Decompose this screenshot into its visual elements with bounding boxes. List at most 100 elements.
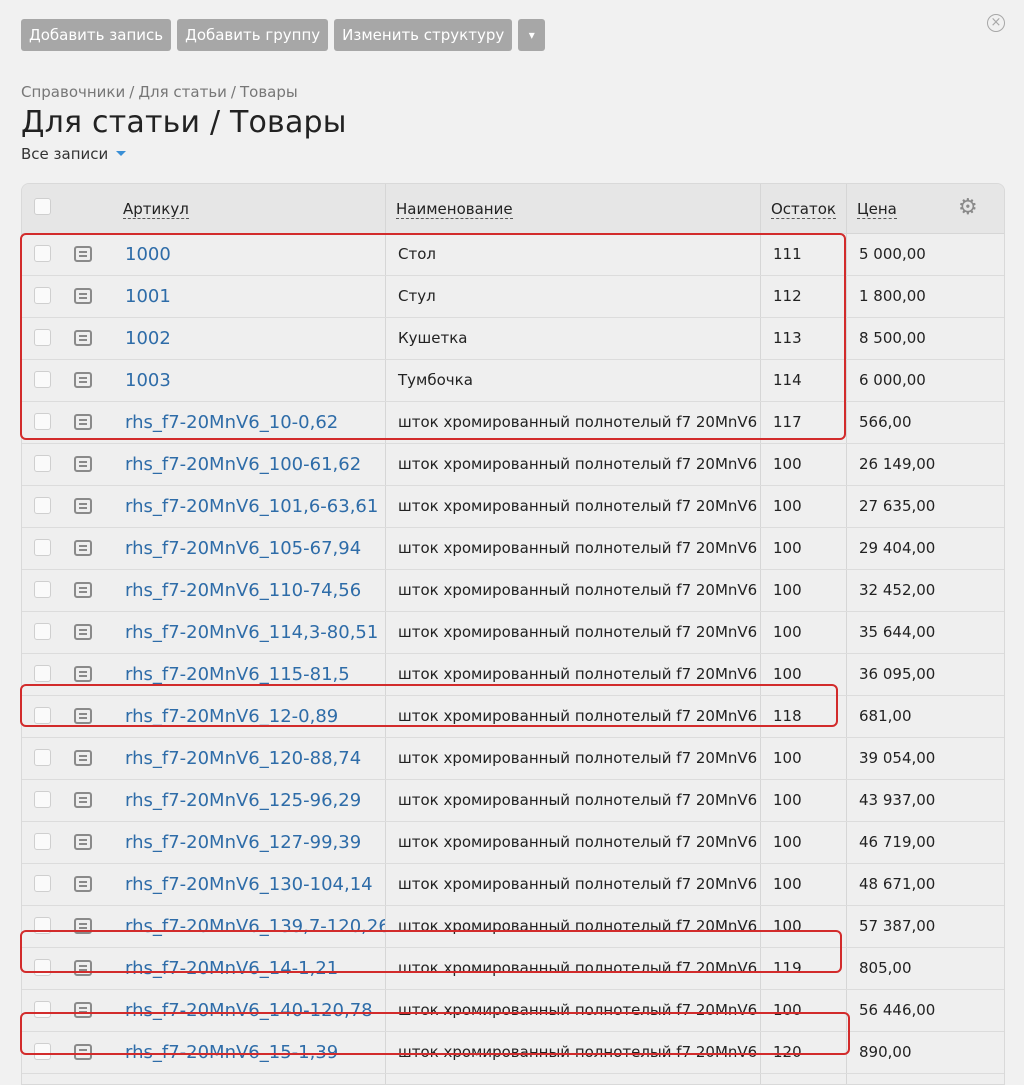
row-checkbox[interactable] bbox=[34, 917, 51, 934]
article-link[interactable]: 1000 bbox=[113, 234, 385, 275]
records-filter-dropdown[interactable]: Все записи bbox=[21, 145, 127, 163]
document-icon[interactable] bbox=[74, 918, 92, 934]
table-row[interactable]: rhs_f7-20MnV6_14-1,21 шток хромированный … bbox=[22, 948, 1004, 990]
article-link[interactable]: rhs_f7-20MnV6_139,7-120,26 bbox=[113, 906, 385, 947]
article-link[interactable]: 1002 bbox=[113, 318, 385, 359]
name-cell: шток хромированный полнотелый f7 20MnV6 bbox=[385, 402, 760, 443]
document-icon[interactable] bbox=[74, 414, 92, 430]
row-checkbox[interactable] bbox=[34, 539, 51, 556]
document-icon[interactable] bbox=[74, 1044, 92, 1060]
document-icon[interactable] bbox=[74, 330, 92, 346]
row-checkbox[interactable] bbox=[34, 455, 51, 472]
add-group-button[interactable]: Добавить группу bbox=[177, 19, 329, 51]
document-icon[interactable] bbox=[74, 582, 92, 598]
row-checkbox[interactable] bbox=[34, 1001, 51, 1018]
article-link[interactable]: rhs_f7-20MnV6_15,875-1,55 bbox=[113, 1074, 385, 1084]
table-row[interactable]: rhs_f7-20MnV6_100-61,62 шток хромированны… bbox=[22, 444, 1004, 486]
table-row[interactable]: 1003 Тумбочка 114 6 000,00 bbox=[22, 360, 1004, 402]
table-row[interactable]: rhs_f7-20MnV6_125-96,29 шток хромированны… bbox=[22, 780, 1004, 822]
article-link[interactable]: rhs_f7-20MnV6_125-96,29 bbox=[113, 780, 385, 821]
document-icon[interactable] bbox=[74, 456, 92, 472]
table-row[interactable]: rhs_f7-20MnV6_101,6-63,61 шток хромирован… bbox=[22, 486, 1004, 528]
row-checkbox[interactable] bbox=[34, 413, 51, 430]
breadcrumb-item-directories[interactable]: Справочники bbox=[21, 83, 125, 101]
row-checkbox[interactable] bbox=[34, 287, 51, 304]
row-checkbox[interactable] bbox=[34, 371, 51, 388]
article-link[interactable]: 1003 bbox=[113, 360, 385, 401]
table-row[interactable]: rhs_f7-20MnV6_10-0,62 шток хромированный … bbox=[22, 402, 1004, 444]
article-link[interactable]: rhs_f7-20MnV6_101,6-63,61 bbox=[113, 486, 385, 527]
breadcrumb-item-for-article[interactable]: Для статьи bbox=[138, 83, 227, 101]
table-row[interactable]: 1000 Стол 111 5 000,00 bbox=[22, 234, 1004, 276]
table-row[interactable]: rhs_f7-20MnV6_110-74,56 шток хромированны… bbox=[22, 570, 1004, 612]
document-icon[interactable] bbox=[74, 960, 92, 976]
article-link[interactable]: rhs_f7-20MnV6_114,3-80,51 bbox=[113, 612, 385, 653]
row-checkbox[interactable] bbox=[34, 707, 51, 724]
table-row[interactable]: 1002 Кушетка 113 8 500,00 bbox=[22, 318, 1004, 360]
row-checkbox[interactable] bbox=[34, 497, 51, 514]
article-link[interactable]: rhs_f7-20MnV6_110-74,56 bbox=[113, 570, 385, 611]
row-checkbox[interactable] bbox=[34, 833, 51, 850]
table-row[interactable]: rhs_f7-20MnV6_140-120,78 шток хромированн… bbox=[22, 990, 1004, 1032]
article-link[interactable]: rhs_f7-20MnV6_127-99,39 bbox=[113, 822, 385, 863]
name-cell: шток хромированный полнотелый f7 20MnV6 bbox=[385, 696, 760, 737]
article-link[interactable]: 1001 bbox=[113, 276, 385, 317]
article-link[interactable]: rhs_f7-20MnV6_140-120,78 bbox=[113, 990, 385, 1031]
gear-icon[interactable]: ⚙ bbox=[958, 197, 978, 219]
article-link[interactable]: rhs_f7-20MnV6_105-67,94 bbox=[113, 528, 385, 569]
row-checkbox[interactable] bbox=[34, 791, 51, 808]
table-row[interactable]: rhs_f7-20MnV6_114,3-80,51 шток хромирован… bbox=[22, 612, 1004, 654]
article-link[interactable]: rhs_f7-20MnV6_12-0,89 bbox=[113, 696, 385, 737]
name-cell: Стул bbox=[385, 276, 760, 317]
document-icon[interactable] bbox=[74, 750, 92, 766]
article-link[interactable]: rhs_f7-20MnV6_15-1,39 bbox=[113, 1032, 385, 1073]
column-header-price[interactable]: Цена bbox=[846, 184, 1004, 233]
document-icon[interactable] bbox=[74, 498, 92, 514]
document-icon[interactable] bbox=[74, 1002, 92, 1018]
row-checkbox[interactable] bbox=[34, 875, 51, 892]
add-record-button[interactable]: Добавить запись bbox=[21, 19, 172, 51]
document-icon[interactable] bbox=[74, 834, 92, 850]
article-link[interactable]: rhs_f7-20MnV6_115-81,5 bbox=[113, 654, 385, 695]
table-row[interactable]: rhs_f7-20MnV6_127-99,39 шток хромированны… bbox=[22, 822, 1004, 864]
table-row[interactable]: rhs_f7-20MnV6_115-81,5 шток хромированный… bbox=[22, 654, 1004, 696]
document-icon[interactable] bbox=[74, 288, 92, 304]
row-checkbox[interactable] bbox=[34, 665, 51, 682]
row-checkbox[interactable] bbox=[34, 959, 51, 976]
table-row[interactable]: rhs_f7-20MnV6_15,875-1,55шток хромирован… bbox=[22, 1074, 1004, 1084]
table-row[interactable]: rhs_f7-20MnV6_105-67,94 шток хромированны… bbox=[22, 528, 1004, 570]
document-icon[interactable] bbox=[74, 540, 92, 556]
document-icon[interactable] bbox=[74, 792, 92, 808]
table-row[interactable]: rhs_f7-20MnV6_120-88,74 шток хромированны… bbox=[22, 738, 1004, 780]
document-icon[interactable] bbox=[74, 624, 92, 640]
column-header-name[interactable]: Наименование bbox=[385, 184, 760, 233]
document-icon[interactable] bbox=[74, 246, 92, 262]
row-checkbox[interactable] bbox=[34, 329, 51, 346]
article-link[interactable]: rhs_f7-20MnV6_130-104,14 bbox=[113, 864, 385, 905]
document-icon[interactable] bbox=[74, 372, 92, 388]
select-all-checkbox[interactable] bbox=[34, 198, 51, 215]
article-link[interactable]: rhs_f7-20MnV6_120-88,74 bbox=[113, 738, 385, 779]
table-row[interactable]: rhs_f7-20MnV6_15-1,39 шток хромированный … bbox=[22, 1032, 1004, 1074]
column-header-stock[interactable]: Остаток bbox=[760, 184, 846, 233]
document-icon[interactable] bbox=[74, 708, 92, 724]
row-checkbox[interactable] bbox=[34, 581, 51, 598]
table-header: Артикул Наименование Остаток Цена ⚙ bbox=[22, 184, 1004, 234]
document-icon[interactable] bbox=[74, 666, 92, 682]
row-checkbox[interactable] bbox=[34, 245, 51, 262]
table-row[interactable]: rhs_f7-20MnV6_139,7-120,26 шток хромирова… bbox=[22, 906, 1004, 948]
more-actions-dropdown-button[interactable]: ▾ bbox=[518, 19, 546, 51]
table-row[interactable]: 1001 Стул 112 1 800,00 bbox=[22, 276, 1004, 318]
article-link[interactable]: rhs_f7-20MnV6_14-1,21 bbox=[113, 948, 385, 989]
row-checkbox[interactable] bbox=[34, 749, 51, 766]
table-row[interactable]: rhs_f7-20MnV6_12-0,89 шток хромированный … bbox=[22, 696, 1004, 738]
article-link[interactable]: rhs_f7-20MnV6_100-61,62 bbox=[113, 444, 385, 485]
document-icon[interactable] bbox=[74, 876, 92, 892]
article-link[interactable]: rhs_f7-20MnV6_10-0,62 bbox=[113, 402, 385, 443]
close-icon[interactable]: × bbox=[987, 14, 1005, 32]
table-row[interactable]: rhs_f7-20MnV6_130-104,14 шток хромированн… bbox=[22, 864, 1004, 906]
column-header-article[interactable]: Артикул bbox=[113, 184, 385, 233]
edit-structure-button[interactable]: Изменить структуру bbox=[334, 19, 513, 51]
row-checkbox[interactable] bbox=[34, 1043, 51, 1060]
row-checkbox[interactable] bbox=[34, 623, 51, 640]
